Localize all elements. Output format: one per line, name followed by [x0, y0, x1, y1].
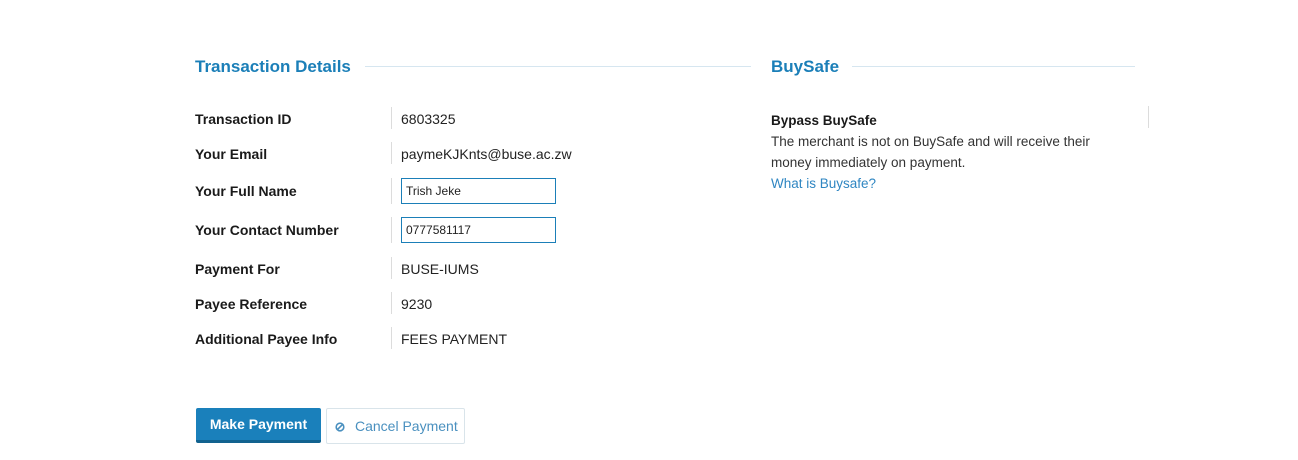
buysafe-info: Bypass BuySafe The merchant is not on Bu… [771, 110, 1141, 194]
contact-number-input[interactable] [401, 217, 556, 243]
full-name-row: Your Full Name [195, 178, 755, 206]
what-is-buysafe-link[interactable]: What is Buysafe? [771, 176, 876, 191]
buysafe-divider [852, 66, 1135, 67]
transaction-id-label: Transaction ID [195, 111, 292, 127]
row-separator [391, 292, 392, 314]
block-icon [335, 419, 345, 432]
row-separator [391, 217, 392, 243]
buysafe-title: BuySafe [771, 57, 840, 76]
buysafe-description-line2: money immediately on payment. [771, 155, 966, 170]
payment-for-value: BUSE-IUMS [401, 261, 479, 277]
buysafe-separator [1148, 106, 1149, 128]
contact-number-label: Your Contact Number [195, 222, 339, 238]
email-row: Your Email paymeKJKnts@buse.ac.zw [195, 142, 755, 166]
email-value: paymeKJKnts@buse.ac.zw [401, 146, 572, 162]
full-name-input[interactable] [401, 178, 556, 204]
full-name-label: Your Full Name [195, 183, 297, 199]
contact-number-row: Your Contact Number [195, 217, 755, 245]
buysafe-heading: Bypass BuySafe [771, 113, 877, 128]
payee-reference-value: 9230 [401, 296, 433, 312]
transaction-id-row: Transaction ID 6803325 [195, 107, 755, 131]
transaction-id-value: 6803325 [401, 111, 456, 127]
transaction-details-divider [365, 66, 751, 67]
cancel-payment-label: Cancel Payment [355, 418, 458, 434]
payee-reference-label: Payee Reference [195, 296, 308, 312]
row-separator [391, 107, 392, 129]
row-separator [391, 142, 392, 164]
transaction-details-title: Transaction Details [195, 57, 351, 76]
row-separator [391, 327, 392, 349]
buysafe-description-line1: The merchant is not on BuySafe and will … [771, 134, 1090, 149]
additional-payee-info-label: Additional Payee Info [195, 331, 338, 347]
row-separator [391, 257, 392, 279]
row-separator [391, 178, 392, 204]
make-payment-button[interactable]: Make Payment [196, 408, 321, 443]
payment-for-row: Payment For BUSE-IUMS [195, 257, 755, 281]
cancel-payment-button[interactable]: Cancel Payment [326, 408, 465, 444]
additional-payee-info-row: Additional Payee Info FEES PAYMENT [195, 327, 755, 351]
payment-for-label: Payment For [195, 261, 280, 277]
email-label: Your Email [195, 146, 268, 162]
additional-payee-info-value: FEES PAYMENT [401, 331, 508, 347]
payee-reference-row: Payee Reference 9230 [195, 292, 755, 316]
